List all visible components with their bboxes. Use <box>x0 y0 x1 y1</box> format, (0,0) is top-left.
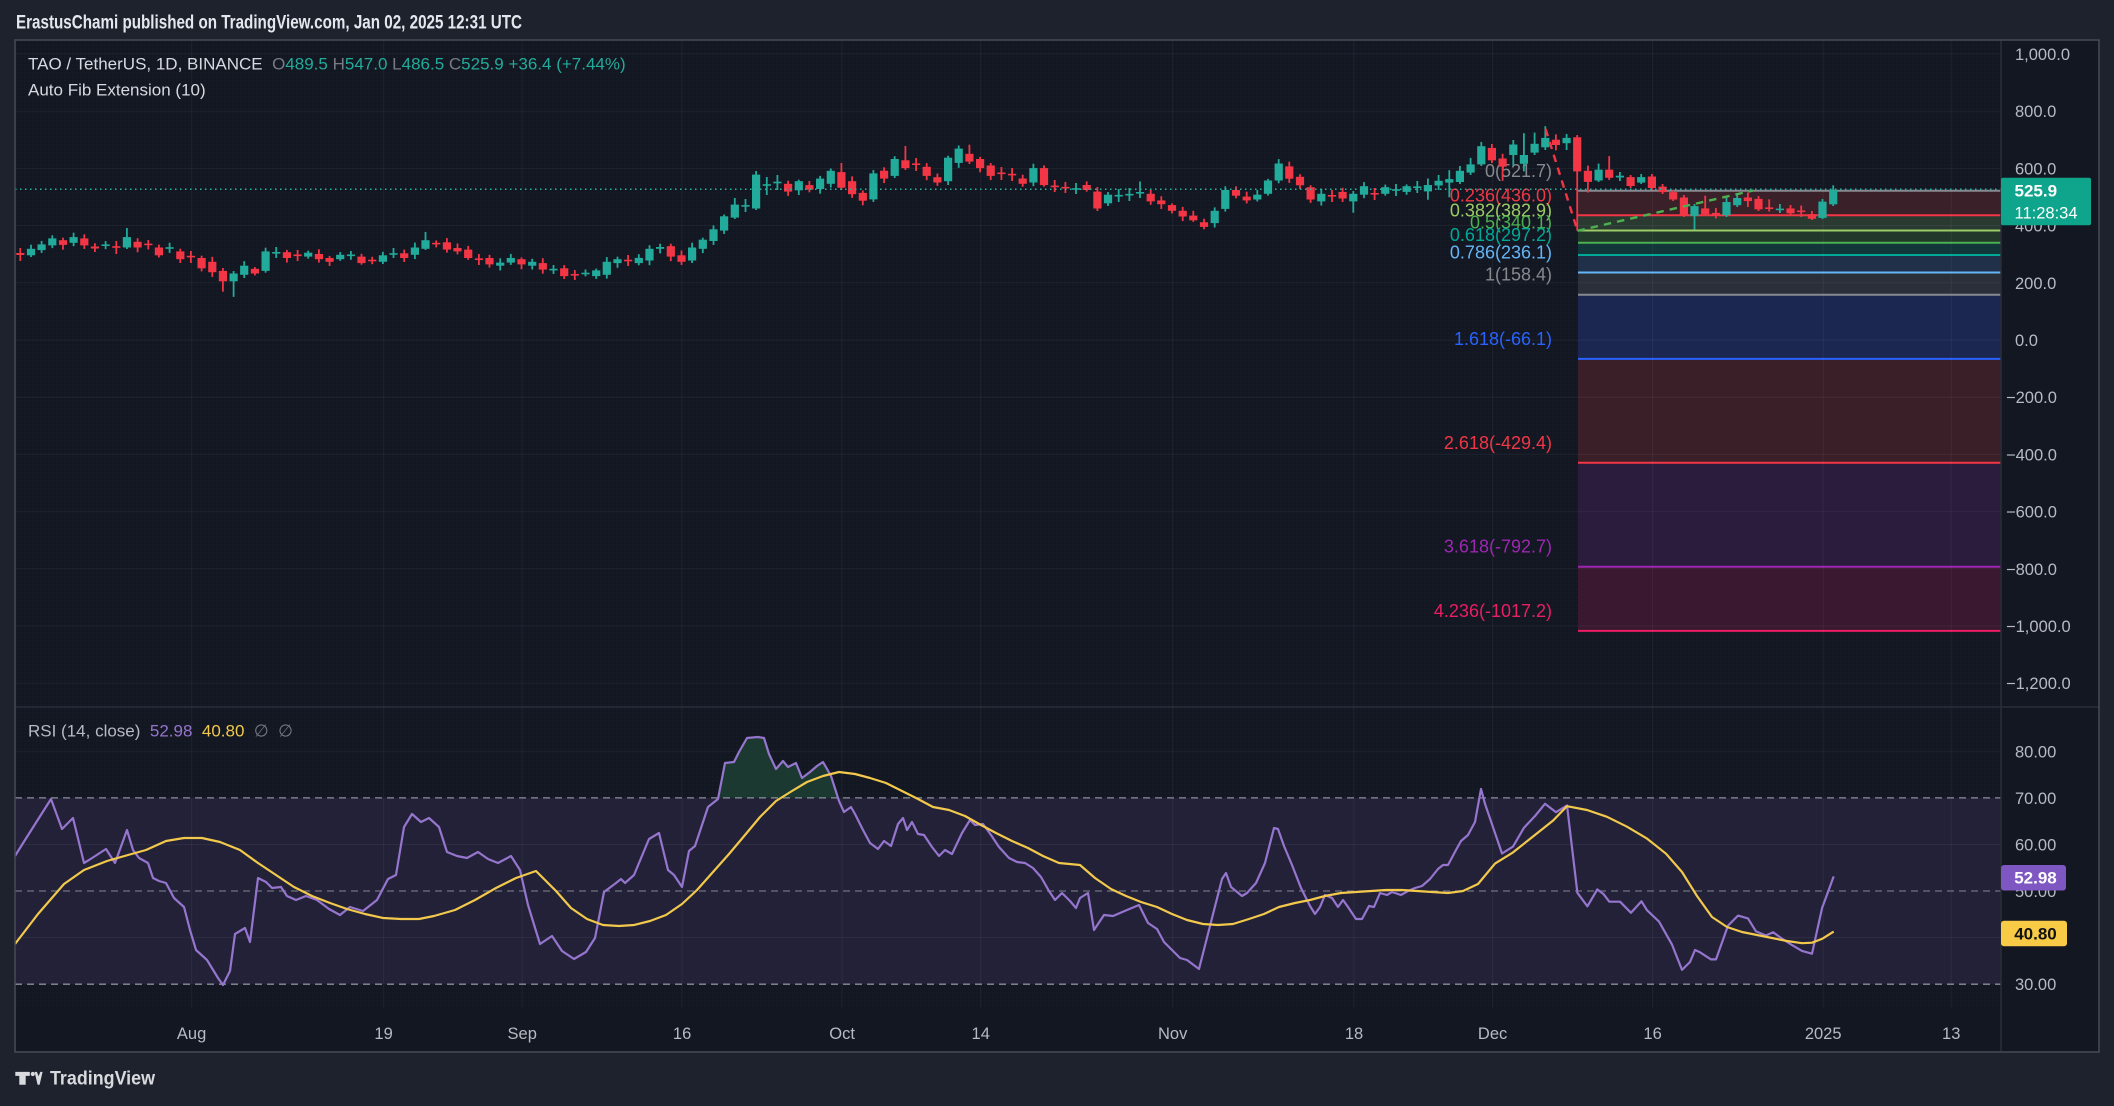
svg-text:1.618(-66.1): 1.618(-66.1) <box>1454 329 1552 349</box>
svg-text:18: 18 <box>1345 1025 1363 1043</box>
svg-text:−400.0: −400.0 <box>2006 446 2057 464</box>
svg-text:3.618(-792.7): 3.618(-792.7) <box>1444 537 1552 557</box>
svg-text:600.0: 600.0 <box>2015 160 2056 178</box>
svg-text:1,000.0: 1,000.0 <box>2015 46 2070 64</box>
svg-text:2.618(-429.4): 2.618(-429.4) <box>1444 433 1552 453</box>
svg-text:−1,200.0: −1,200.0 <box>2006 675 2071 693</box>
svg-text:60.00: 60.00 <box>2015 837 2056 855</box>
svg-text:0.0: 0.0 <box>2015 332 2038 350</box>
svg-text:Aug: Aug <box>177 1025 206 1043</box>
svg-text:TradingView: TradingView <box>50 1069 155 1090</box>
svg-text:30.00: 30.00 <box>2015 976 2056 994</box>
svg-text:52.98: 52.98 <box>2014 869 2057 888</box>
svg-text:Oct: Oct <box>829 1025 855 1043</box>
svg-text:0.786(236.1): 0.786(236.1) <box>1450 243 1552 263</box>
svg-text:ErastusChami published on Trad: ErastusChami published on TradingView.co… <box>16 12 522 34</box>
svg-text:14: 14 <box>972 1025 990 1043</box>
svg-text:200.0: 200.0 <box>2015 275 2056 293</box>
svg-text:2025: 2025 <box>1805 1025 1842 1043</box>
svg-text:0(521.7): 0(521.7) <box>1485 161 1552 181</box>
svg-text:525.9: 525.9 <box>2015 182 2058 201</box>
svg-text:16: 16 <box>1643 1025 1661 1043</box>
svg-text:70.00: 70.00 <box>2015 790 2056 808</box>
svg-text:−1,000.0: −1,000.0 <box>2006 618 2071 636</box>
svg-text:16: 16 <box>673 1025 691 1043</box>
svg-text:RSI (14, close) 52.98 40.80: RSI (14, close) 52.98 40.80 ∅ ∅ <box>28 722 293 741</box>
svg-text:800.0: 800.0 <box>2015 103 2056 121</box>
svg-text:−800.0: −800.0 <box>2006 561 2057 579</box>
svg-text:4.236(-1017.2): 4.236(-1017.2) <box>1434 601 1552 621</box>
svg-text:TAO / TetherUS, 1D, BINANCE O: TAO / TetherUS, 1D, BINANCE O489.5 H547.… <box>28 55 626 74</box>
svg-text:Nov: Nov <box>1158 1025 1188 1043</box>
svg-text:1(158.4): 1(158.4) <box>1485 265 1552 285</box>
svg-text:13: 13 <box>1942 1025 1960 1043</box>
svg-text:−600.0: −600.0 <box>2006 504 2057 522</box>
svg-text:80.00: 80.00 <box>2015 743 2056 761</box>
svg-text:Dec: Dec <box>1478 1025 1507 1043</box>
svg-text:Sep: Sep <box>508 1025 537 1043</box>
svg-text:Auto Fib Extension (10): Auto Fib Extension (10) <box>28 81 206 100</box>
svg-text:11:28:34: 11:28:34 <box>2015 205 2078 223</box>
svg-text:−200.0: −200.0 <box>2006 389 2057 407</box>
svg-text:19: 19 <box>374 1025 392 1043</box>
svg-text:40.80: 40.80 <box>2014 924 2057 943</box>
